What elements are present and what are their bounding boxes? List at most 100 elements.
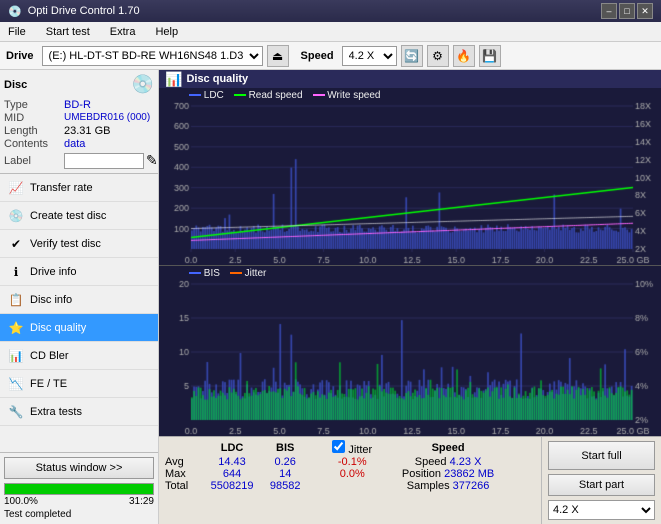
stats-controls-bar: LDC BIS Jitter Speed Avg 14.43 0.26 <box>159 436 661 524</box>
speed-dropdown[interactable]: 4.2 X 2.0 X 6.0 X 8.0 X <box>548 500 655 520</box>
mid-label: MID <box>4 112 64 124</box>
jitter-max: 0.0% <box>323 468 381 480</box>
sidebar-item-cd-bler[interactable]: 📊 CD Bler <box>0 342 158 370</box>
titlebar: 💿 Opti Drive Control 1.70 – □ ✕ <box>0 0 661 22</box>
status-area: Status window >> 100.0% 31:29 Test compl… <box>0 452 158 524</box>
sidebar-item-label: Disc quality <box>30 322 86 334</box>
jitter-col-header: Jitter <box>348 444 372 456</box>
transfer-rate-icon: 📈 <box>8 180 24 196</box>
sidebar-item-drive-info[interactable]: ℹ Drive info <box>0 258 158 286</box>
right-panel: 📊 Disc quality LDC Read speed Write spee… <box>159 70 661 524</box>
type-label: Type <box>4 99 64 111</box>
fe-te-icon: 📉 <box>8 376 24 392</box>
chart-header: 📊 Disc quality <box>159 70 661 88</box>
top-chart: LDC Read speed Write speed <box>159 88 661 266</box>
bottom-legend: BIS Jitter <box>189 268 266 279</box>
sidebar-item-label: Verify test disc <box>30 238 101 250</box>
minimize-button[interactable]: – <box>601 3 617 19</box>
bis-legend: BIS <box>189 268 220 279</box>
save-button[interactable]: 💾 <box>479 45 501 67</box>
samples-label: Samples <box>407 480 450 492</box>
disc-info-icon: 📋 <box>8 292 24 308</box>
contents-label: Contents <box>4 138 64 150</box>
bis-max: 14 <box>263 468 307 480</box>
samples-row: Samples 377266 <box>381 480 515 492</box>
settings-button[interactable]: ⚙ <box>427 45 449 67</box>
extra-tests-icon: 🔧 <box>8 404 24 420</box>
app-icon: 💿 <box>8 5 22 18</box>
menu-extra[interactable]: Extra <box>106 24 140 40</box>
nav-items: 📈 Transfer rate 💿 Create test disc ✔ Ver… <box>0 174 158 452</box>
menu-file[interactable]: File <box>4 24 30 40</box>
titlebar-left: 💿 Opti Drive Control 1.70 <box>8 5 140 18</box>
status-text: 100.0% 31:29 <box>4 496 154 507</box>
charts-area: LDC Read speed Write speed BIS Jitter <box>159 88 661 436</box>
jitter-checkbox[interactable] <box>332 440 345 453</box>
disc-panel-icon: 💿 <box>132 74 154 95</box>
ldc-canvas <box>159 88 661 265</box>
ldc-avg: 14.43 <box>201 456 263 468</box>
refresh-button[interactable]: 🔄 <box>401 45 423 67</box>
label-edit-icon[interactable]: ✎ <box>146 152 158 169</box>
sidebar-item-label: Extra tests <box>30 406 82 418</box>
close-button[interactable]: ✕ <box>637 3 653 19</box>
sidebar-item-disc-info[interactable]: 📋 Disc info <box>0 286 158 314</box>
status-percent: 100.0% <box>4 496 38 507</box>
status-message: Test completed <box>4 509 154 520</box>
speed-col-header: Speed <box>381 440 515 456</box>
eject-button[interactable]: ⏏ <box>267 45 289 67</box>
status-bar-container: 100.0% 31:29 <box>4 483 154 507</box>
sidebar-item-extra-tests[interactable]: 🔧 Extra tests <box>0 398 158 426</box>
label-label: Label <box>4 155 64 167</box>
stats-table: LDC BIS Jitter Speed Avg 14.43 0.26 <box>159 437 541 524</box>
right-controls: Start full Start part 4.2 X 2.0 X 6.0 X … <box>541 437 661 524</box>
sidebar: Disc 💿 Type BD-R MID UMEBDR016 (000) Len… <box>0 70 159 524</box>
disc-quality-icon: ⭐ <box>8 320 24 336</box>
ldc-total: 5508219 <box>201 480 263 492</box>
jitter-check-cell[interactable]: Jitter <box>323 440 381 456</box>
bottom-chart: BIS Jitter <box>159 266 661 436</box>
maximize-button[interactable]: □ <box>619 3 635 19</box>
sidebar-item-label: Drive info <box>30 266 76 278</box>
label-input[interactable] <box>64 153 144 169</box>
ldc-col-header: LDC <box>201 440 263 456</box>
menubar: File Start test Extra Help <box>0 22 661 42</box>
bis-avg: 0.26 <box>263 456 307 468</box>
speed-label: Speed <box>301 50 334 62</box>
speed-label: Speed <box>415 456 447 468</box>
write-speed-legend: Write speed <box>313 90 381 101</box>
sidebar-item-fe-te[interactable]: 📉 FE / TE <box>0 370 158 398</box>
sidebar-item-disc-quality[interactable]: ⭐ Disc quality <box>0 314 158 342</box>
start-full-button[interactable]: Start full <box>548 441 655 470</box>
create-test-icon: 💿 <box>8 208 24 224</box>
mid-value: UMEBDR016 (000) <box>64 112 150 124</box>
app-title: Opti Drive Control 1.70 <box>28 5 140 17</box>
sidebar-item-create-test[interactable]: 💿 Create test disc <box>0 202 158 230</box>
speed-select[interactable]: 4.2 X 2.0 X 6.0 X <box>342 46 397 66</box>
length-label: Length <box>4 125 64 137</box>
ldc-legend: LDC <box>189 90 224 101</box>
sidebar-item-label: Transfer rate <box>30 182 93 194</box>
disc-panel-title: Disc <box>4 79 27 91</box>
bis-canvas <box>159 266 661 436</box>
drive-select[interactable]: (E:) HL-DT-ST BD-RE WH16NS48 1.D3 <box>42 46 263 66</box>
toolbar: Drive (E:) HL-DT-ST BD-RE WH16NS48 1.D3 … <box>0 42 661 70</box>
status-window-button[interactable]: Status window >> <box>4 457 154 479</box>
read-speed-legend: Read speed <box>234 90 303 101</box>
sidebar-item-transfer-rate[interactable]: 📈 Transfer rate <box>0 174 158 202</box>
burn-button[interactable]: 🔥 <box>453 45 475 67</box>
start-part-button[interactable]: Start part <box>548 474 655 496</box>
menu-start-test[interactable]: Start test <box>42 24 94 40</box>
main-content: Disc 💿 Type BD-R MID UMEBDR016 (000) Len… <box>0 70 661 524</box>
sidebar-item-verify-test[interactable]: ✔ Verify test disc <box>0 230 158 258</box>
sidebar-item-label: FE / TE <box>30 378 67 390</box>
cd-bler-icon: 📊 <box>8 348 24 364</box>
bis-total: 98582 <box>263 480 307 492</box>
type-value: BD-R <box>64 99 91 111</box>
drive-info-icon: ℹ <box>8 264 24 280</box>
total-label: Total <box>165 480 201 492</box>
menu-help[interactable]: Help <box>151 24 182 40</box>
samples-value: 377266 <box>453 480 490 492</box>
verify-test-icon: ✔ <box>8 236 24 252</box>
jitter-avg: -0.1% <box>323 456 381 468</box>
